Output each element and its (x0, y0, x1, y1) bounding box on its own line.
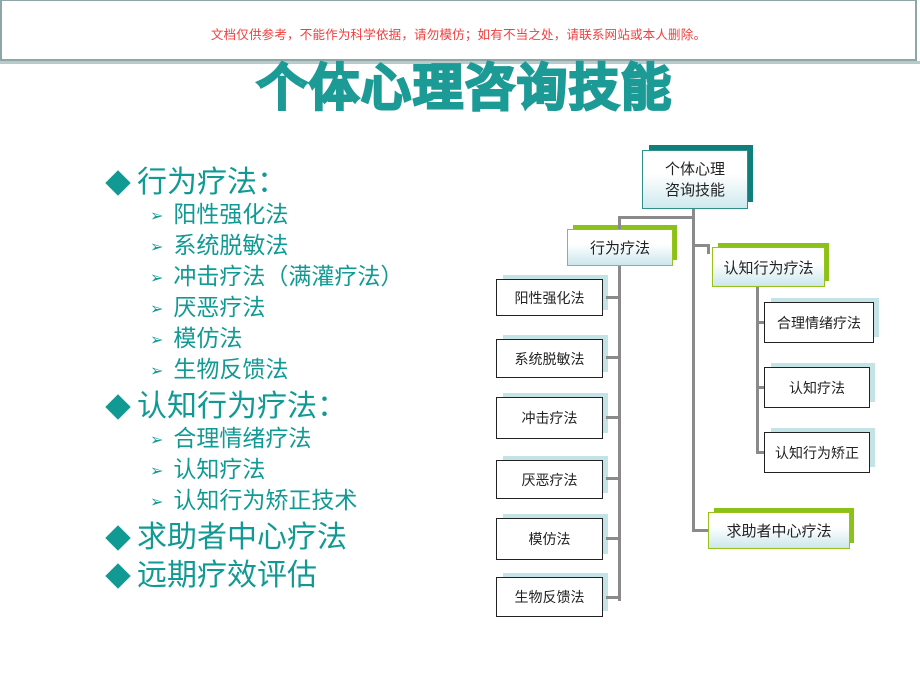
node-label: 合理情绪疗法 (777, 315, 861, 332)
connector-line (618, 216, 695, 219)
node-label: 认知行为矫正 (775, 445, 859, 462)
connector-line (606, 296, 620, 299)
node-leaf: 阳性强化法 (496, 275, 608, 316)
connector-line (606, 416, 620, 419)
node-cognitive-therapy: 认知行为疗法 (712, 243, 829, 287)
node-label: 认知疗法 (789, 380, 845, 397)
node-leaf: 合理情绪疗法 (764, 298, 879, 343)
node-label: 厌恶疗法 (521, 472, 578, 489)
node-leaf: 厌恶疗法 (496, 456, 608, 499)
node-client-centered-therapy: 求助者中心疗法 (708, 508, 854, 549)
node-label: 认知行为疗法 (723, 258, 814, 277)
connector-line (692, 529, 708, 532)
node-label: 系统脱敏法 (514, 351, 585, 368)
connector-line (692, 208, 695, 531)
node-label: 模仿法 (528, 532, 571, 548)
node-root-line2: 咨询技能 (664, 180, 725, 199)
node-leaf: 认知行为矫正 (764, 428, 875, 473)
connector-line (618, 216, 621, 230)
node-root: 个体心理 咨询技能 (642, 145, 753, 209)
node-root-line1: 个体心理 (664, 159, 725, 178)
node-leaf: 冲击疗法 (496, 393, 608, 439)
node-leaf: 系统脱敏法 (496, 335, 608, 378)
connector-line (606, 477, 620, 480)
node-label: 求助者中心疗法 (726, 522, 832, 540)
node-label: 阳性强化法 (514, 290, 585, 307)
node-behavior-therapy: 行为疗法 (567, 225, 677, 266)
connector-line (707, 244, 710, 254)
connector-line (618, 264, 621, 601)
node-leaf: 生物反馈法 (496, 573, 608, 617)
node-label: 冲击疗法 (521, 411, 578, 427)
connector-line (606, 537, 620, 540)
node-label: 行为疗法 (589, 239, 650, 257)
node-label: 生物反馈法 (514, 590, 585, 606)
connector-line (606, 596, 620, 599)
org-chart: 个体心理咨询技能 行为疗法 认知行为疗法 求助者中心疗法 阳性强化法 系统脱敏法… (0, 0, 920, 690)
node-leaf: 模仿法 (496, 514, 608, 560)
connector-line (606, 356, 620, 359)
node-root-label: 个体心理 咨询技能 (665, 159, 725, 201)
node-leaf: 认知疗法 (764, 363, 875, 408)
connector-line (756, 286, 759, 454)
